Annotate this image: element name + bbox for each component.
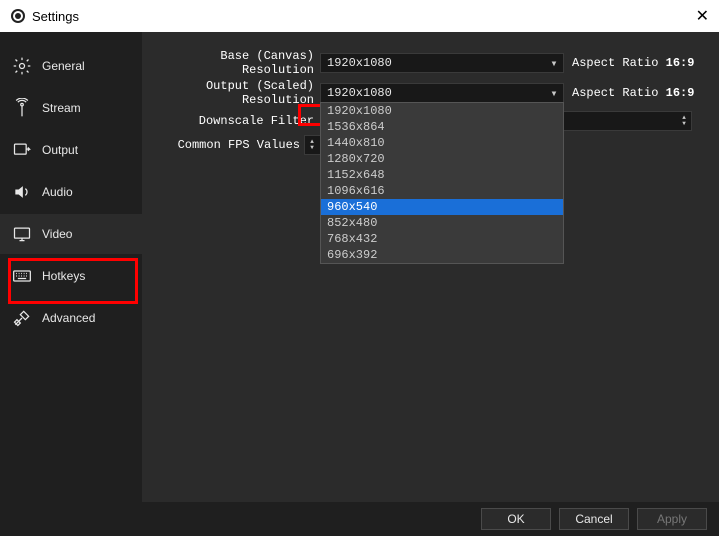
sidebar-item-label: Audio [42,185,73,199]
output-resolution-combo[interactable]: 1920x1080 ▾ [320,83,564,103]
main-panel: Base (Canvas) Resolution 1920x1080 ▾ Asp… [142,32,719,536]
sidebar-item-stream[interactable]: Stream [0,88,142,128]
base-aspect-label: Aspect Ratio 16:9 [572,56,694,70]
gear-icon [12,56,32,76]
base-resolution-label: Base (Canvas) Resolution [142,49,314,77]
sidebar-item-label: Hotkeys [42,269,85,283]
sidebar-item-label: Advanced [42,311,95,325]
obs-logo-icon [10,8,26,24]
spin-icon: ▲▼ [677,115,691,127]
monitor-icon [12,224,32,244]
base-resolution-value: 1920x1080 [321,56,545,70]
output-resolution-label: Output (Scaled) Resolution [142,79,314,107]
close-icon[interactable]: ✕ [696,6,709,26]
spin-icon: ▲▼ [305,139,319,151]
ok-button[interactable]: OK [481,508,551,530]
sidebar-item-audio[interactable]: Audio [0,172,142,212]
output-resolution-value: 1920x1080 [321,86,545,100]
dropdown-option[interactable]: 1440x810 [321,135,563,151]
antenna-icon [12,98,32,118]
output-icon [12,140,32,160]
downscale-filter-label: Downscale Filter [142,114,314,128]
chevron-down-icon: ▾ [545,86,563,101]
sidebar-item-general[interactable]: General [0,46,142,86]
titlebar: Settings ✕ [0,0,719,32]
keyboard-icon [12,266,32,286]
sidebar-item-label: Video [42,227,72,241]
chevron-down-icon: ▾ [545,56,563,71]
dropdown-option[interactable]: 1152x648 [321,167,563,183]
sidebar-item-output[interactable]: Output [0,130,142,170]
sidebar-item-video[interactable]: Video [0,214,142,254]
dropdown-option[interactable]: 768x432 [321,231,563,247]
sidebar-item-label: Stream [42,101,81,115]
base-resolution-combo[interactable]: 1920x1080 ▾ [320,53,564,73]
dropdown-option[interactable]: 960x540 [321,199,563,215]
footer: OK Cancel Apply [0,502,719,536]
dropdown-option[interactable]: 1920x1080 [321,103,563,119]
cancel-button[interactable]: Cancel [559,508,629,530]
dropdown-option[interactable]: 1536x864 [321,119,563,135]
dropdown-option[interactable]: 1096x616 [321,183,563,199]
output-aspect-label: Aspect Ratio 16:9 [572,86,694,100]
dropdown-option[interactable]: 1280x720 [321,151,563,167]
sidebar-item-hotkeys[interactable]: Hotkeys [0,256,142,296]
apply-button[interactable]: Apply [637,508,707,530]
dropdown-option[interactable]: 696x392 [321,247,563,263]
output-resolution-dropdown[interactable]: 1920x10801536x8641440x8101280x7201152x64… [320,102,564,264]
speaker-icon [12,182,32,202]
dropdown-option[interactable]: 852x480 [321,215,563,231]
fps-label: Common FPS Values [176,138,300,152]
window-title: Settings [32,9,79,24]
sidebar: General Stream Output Audio Video Hotkey… [0,32,142,536]
sidebar-item-label: Output [42,143,78,157]
tools-icon [12,308,32,328]
sidebar-item-label: General [42,59,85,73]
sidebar-item-advanced[interactable]: Advanced [0,298,142,338]
